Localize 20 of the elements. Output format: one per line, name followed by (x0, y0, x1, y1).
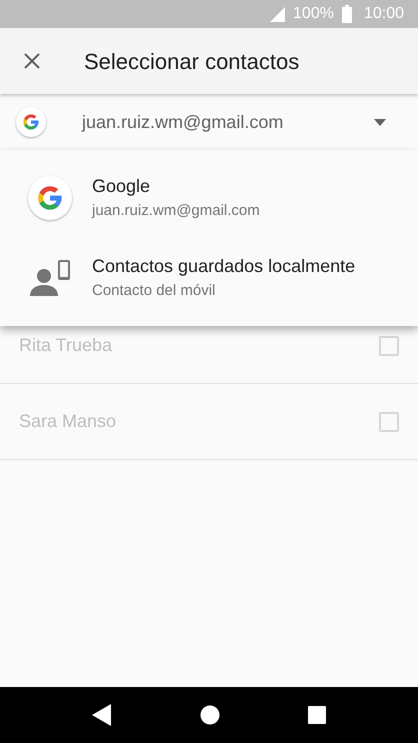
battery-percent: 100% (293, 4, 334, 24)
contact-name: Rita Trueba (19, 334, 112, 357)
checkbox[interactable] (379, 412, 399, 432)
contact-phone-icon (28, 260, 72, 296)
contact-name: Sara Manso (19, 410, 116, 433)
signal-icon (269, 6, 286, 22)
screen-title: Seleccionar contactos (84, 48, 300, 76)
battery-icon (342, 5, 352, 23)
option-subtitle: Contacto del móvil (92, 281, 216, 302)
home-icon[interactable] (200, 705, 220, 725)
google-logo-icon (28, 176, 72, 220)
account-option[interactable]: Google juan.ruiz.wm@gmail.com (0, 158, 418, 238)
option-title: Contactos guardados localmente (92, 255, 356, 278)
checkbox[interactable] (379, 336, 399, 356)
clock: 10:00 (364, 4, 404, 24)
option-title: Google (92, 175, 152, 198)
google-logo-icon (16, 107, 46, 137)
option-subtitle: juan.ruiz.wm@gmail.com (92, 201, 260, 222)
close-button[interactable] (22, 51, 42, 71)
back-icon[interactable] (92, 704, 112, 726)
